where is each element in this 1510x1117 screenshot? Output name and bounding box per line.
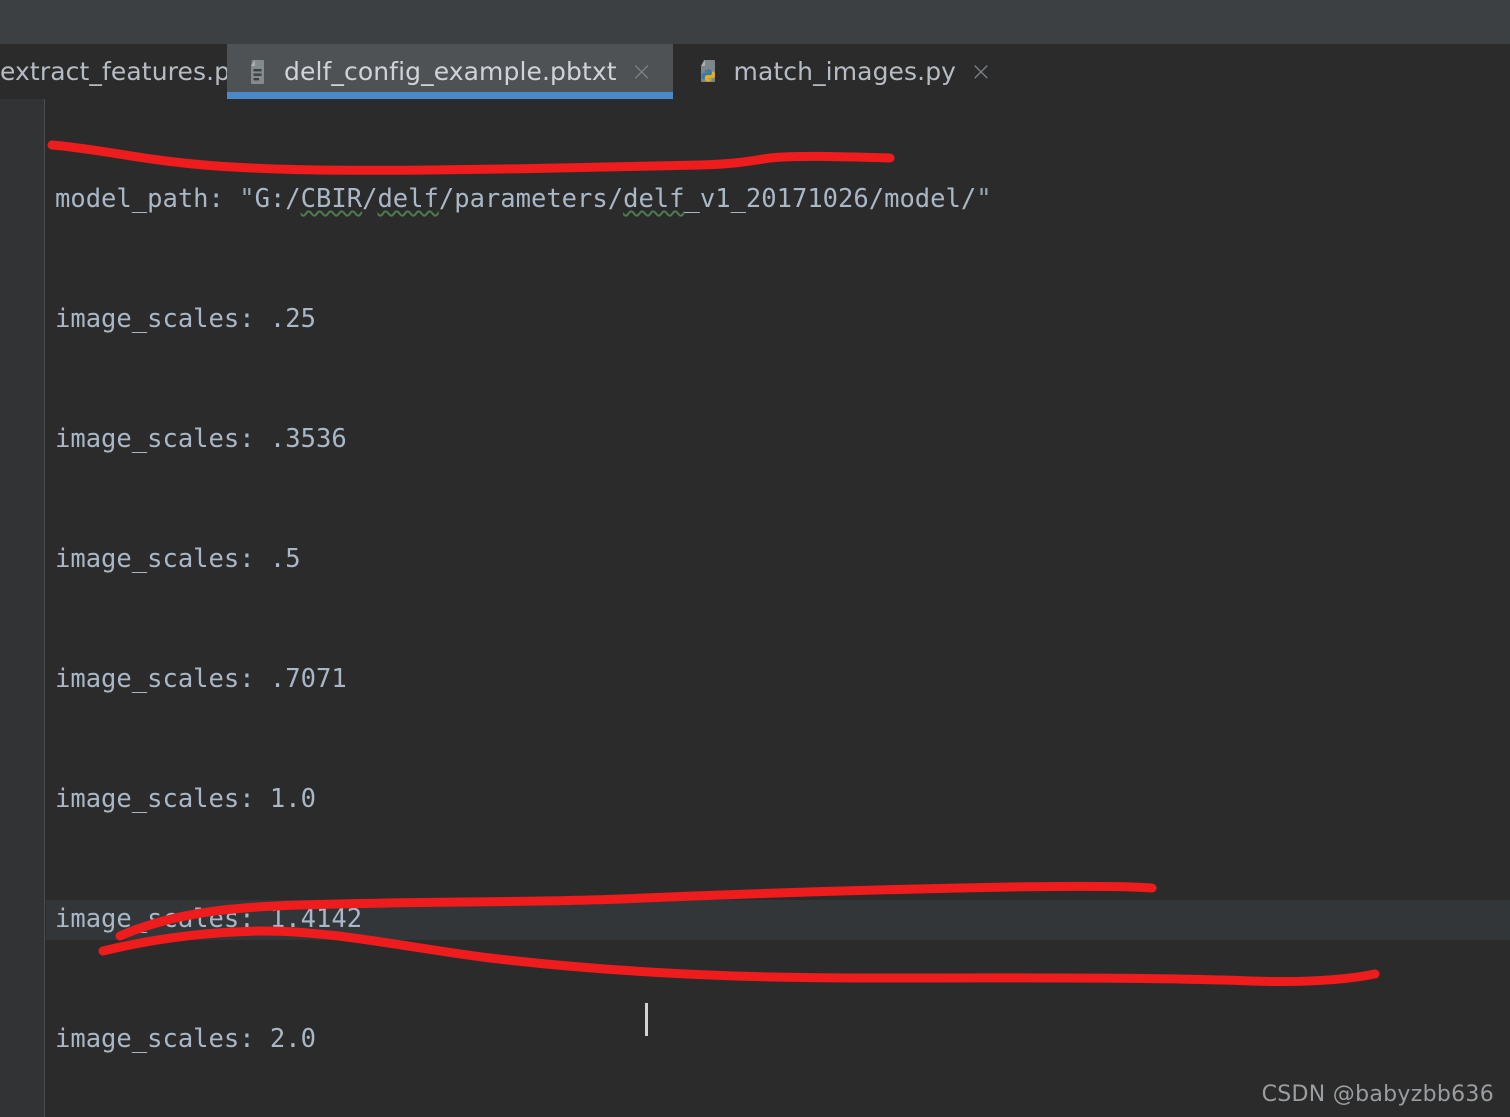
code-line[interactable]: image_scales: .7071 [55,659,1483,699]
tab-extract-features-py[interactable]: extract_features.py × [0,44,281,99]
code-line[interactable]: image_scales: .5 [55,539,1483,579]
close-icon[interactable]: × [631,59,653,85]
tab-label: extract_features.py [0,57,245,86]
code-line[interactable]: image_scales: .25 [55,299,1483,339]
code-line[interactable]: image_scales: 1.0 [55,779,1483,819]
tab-label: match_images.py [733,57,957,86]
code-line[interactable]: image_scales: 1.4142 [55,899,1483,939]
editor-tab-strip[interactable]: extract_features.py × delf_config_exampl… [0,44,1510,99]
text-caret [645,1003,648,1036]
code-line[interactable]: model_path: "G:/CBIR/delf/parameters/del… [55,179,1483,219]
python-file-icon [695,57,723,87]
code-editor[interactable]: model_path: "G:/CBIR/delf/parameters/del… [0,99,1510,1117]
code-content[interactable]: model_path: "G:/CBIR/delf/parameters/del… [55,99,1483,1117]
tab-delf-config-example-pbtxt[interactable]: delf_config_example.pbtxt × [227,44,673,99]
text-file-icon [245,57,273,87]
tab-label: delf_config_example.pbtxt [284,57,617,86]
window-title-bar [0,0,1510,44]
code-line[interactable]: image_scales: .3536 [55,419,1483,459]
close-icon[interactable]: × [970,59,992,85]
tab-match-images-py[interactable]: match_images.py × [672,44,1012,99]
watermark-text: CSDN @babyzbb636 [1261,1082,1494,1107]
editor-gutter[interactable] [0,99,45,1117]
code-line[interactable]: image_scales: 2.0 [55,1019,1483,1059]
